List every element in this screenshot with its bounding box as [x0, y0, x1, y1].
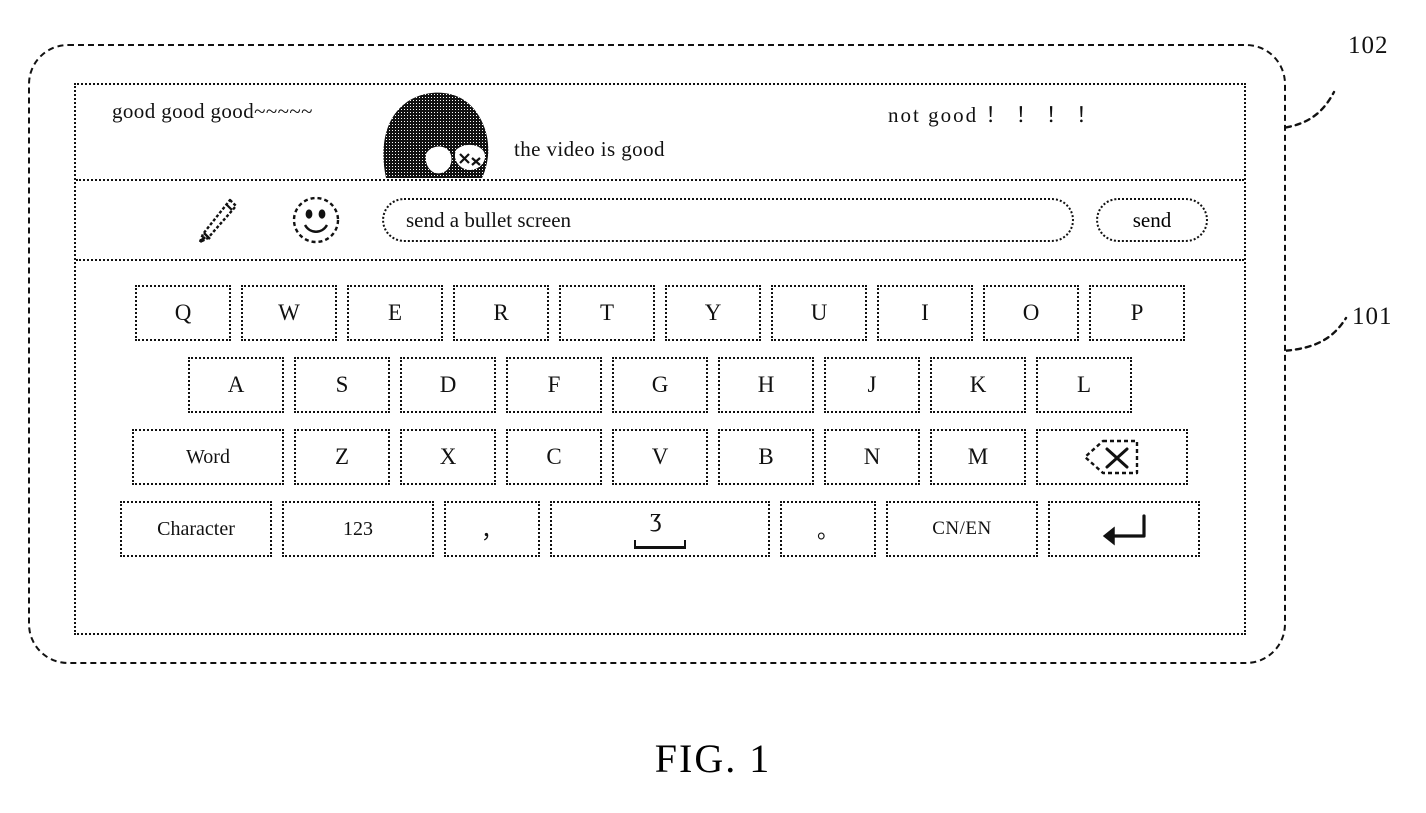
key-t[interactable]: T	[559, 285, 655, 341]
key-word[interactable]: Word	[132, 429, 284, 485]
smiley-face-icon[interactable]	[288, 192, 344, 248]
key-s[interactable]: S	[294, 357, 390, 413]
key-b[interactable]: B	[718, 429, 814, 485]
patent-figure: good good good~~~~~ not good ！ ！ ！ ！ the…	[0, 0, 1426, 813]
keyboard-row-3: Word Z X C V B N M	[92, 429, 1228, 485]
bullet-screen-input[interactable]: send a bullet screen	[382, 198, 1074, 242]
bullet-input-bar: send a bullet screen send	[76, 181, 1244, 261]
reference-number-102: 102	[1348, 32, 1389, 59]
keyboard-row-4: Character 123 ， ʒ 。 CN/EN	[92, 501, 1228, 557]
keyboard-row-1: Q W E R T Y U I O P	[92, 285, 1228, 341]
key-m[interactable]: M	[930, 429, 1026, 485]
pen-icon[interactable]	[188, 192, 244, 248]
key-d[interactable]: D	[400, 357, 496, 413]
key-y[interactable]: Y	[665, 285, 761, 341]
bullet-screen-input-placeholder: send a bullet screen	[406, 207, 572, 232]
key-backspace[interactable]	[1036, 429, 1188, 485]
key-comma[interactable]: ，	[444, 501, 540, 557]
key-h[interactable]: H	[718, 357, 814, 413]
virtual-keyboard: Q W E R T Y U I O P A S D F G H J K L Wo…	[76, 261, 1244, 557]
key-period[interactable]: 。	[780, 501, 876, 557]
bullet-comment: good good good~~~~~	[112, 99, 313, 123]
key-o[interactable]: O	[983, 285, 1079, 341]
key-l[interactable]: L	[1036, 357, 1132, 413]
key-w[interactable]: W	[241, 285, 337, 341]
figure-caption: FIG. 1	[654, 736, 772, 781]
bullet-screen-comment-area: good good good~~~~~ not good ！ ！ ！ ！ the…	[76, 85, 1244, 181]
key-r[interactable]: R	[453, 285, 549, 341]
key-c[interactable]: C	[506, 429, 602, 485]
key-space[interactable]: ʒ	[550, 501, 770, 557]
key-u[interactable]: U	[771, 285, 867, 341]
bullet-comment: not good ！ ！ ！ ！	[888, 103, 1100, 127]
space-icon: ʒ	[628, 505, 692, 549]
key-i[interactable]: I	[877, 285, 973, 341]
keyboard-row-2: A S D F G H J K L	[92, 357, 1228, 413]
key-k[interactable]: K	[930, 357, 1026, 413]
send-button[interactable]: send	[1096, 198, 1208, 242]
key-p[interactable]: P	[1089, 285, 1185, 341]
reference-number-101: 101	[1352, 303, 1393, 330]
key-e[interactable]: E	[347, 285, 443, 341]
key-enter[interactable]	[1048, 501, 1200, 557]
bullet-comment: the video is good	[514, 137, 665, 161]
key-character[interactable]: Character	[120, 501, 272, 557]
key-n[interactable]: N	[824, 429, 920, 485]
key-z[interactable]: Z	[294, 429, 390, 485]
key-g[interactable]: G	[612, 357, 708, 413]
key-v[interactable]: V	[612, 429, 708, 485]
key-f[interactable]: F	[506, 357, 602, 413]
key-123[interactable]: 123	[282, 501, 434, 557]
enter-icon	[1102, 514, 1146, 546]
avatar-sticker-icon	[383, 92, 489, 178]
key-a[interactable]: A	[188, 357, 284, 413]
backspace-icon	[1083, 439, 1139, 475]
key-cn-en[interactable]: CN/EN	[886, 501, 1038, 557]
key-j[interactable]: J	[824, 357, 920, 413]
screen-panel: good good good~~~~~ not good ！ ！ ！ ！ the…	[74, 83, 1246, 635]
key-q[interactable]: Q	[135, 285, 231, 341]
key-x[interactable]: X	[400, 429, 496, 485]
